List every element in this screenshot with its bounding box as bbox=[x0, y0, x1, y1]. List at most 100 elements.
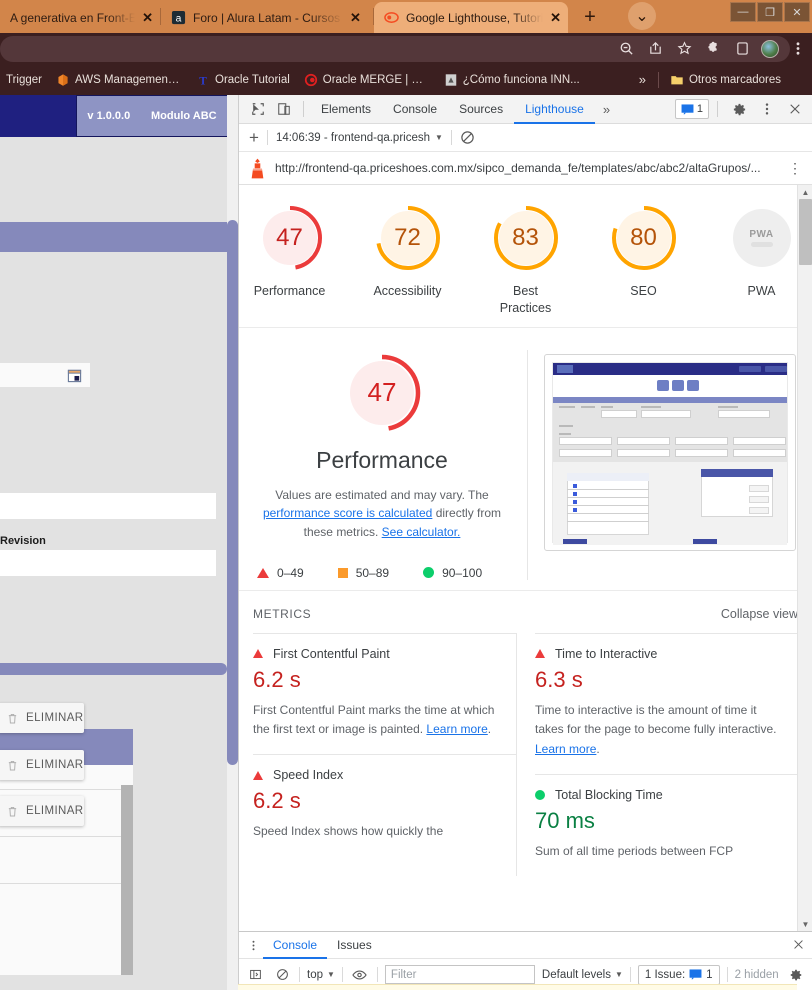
maximize-button[interactable]: ❐ bbox=[757, 2, 783, 22]
bookmark-item[interactable]: Trigger bbox=[6, 69, 49, 91]
page-footer-band bbox=[0, 663, 227, 675]
other-bookmarks-folder[interactable]: Otros marcadores bbox=[663, 69, 788, 91]
gauge-performance[interactable]: 47 Performance bbox=[242, 202, 338, 317]
page-inner-scrollbar[interactable] bbox=[121, 785, 133, 975]
devtools-tab-sources[interactable]: Sources bbox=[448, 95, 514, 124]
devtools-tab-console[interactable]: Console bbox=[382, 95, 448, 124]
minimize-button[interactable]: — bbox=[730, 2, 756, 22]
bookmark-item[interactable]: Oracle MERGE | How... bbox=[297, 69, 437, 91]
date-input-field[interactable] bbox=[0, 363, 90, 387]
legend-label: 90–100 bbox=[442, 565, 483, 580]
devtools-issues-badge[interactable]: 1 bbox=[674, 99, 709, 119]
drawer-tab-console[interactable]: Console bbox=[263, 932, 327, 959]
drawer-menu-icon[interactable] bbox=[243, 939, 263, 952]
new-report-button[interactable]: + bbox=[249, 129, 259, 146]
gauge-pwa[interactable]: PWA PWA bbox=[714, 202, 810, 317]
shot-field-label bbox=[581, 405, 595, 408]
report-run-selector[interactable]: 14:06:39 - frontend-qa.pricesh ▼ bbox=[276, 132, 443, 144]
zoom-out-icon[interactable] bbox=[616, 39, 636, 59]
learn-more-link[interactable]: Learn more bbox=[426, 722, 487, 736]
tab-search-button[interactable]: ⌄ bbox=[628, 2, 656, 30]
calendar-icon[interactable] bbox=[67, 368, 82, 383]
metric-first-contentful-paint[interactable]: First Contentful Paint 6.2 s First Conte… bbox=[253, 632, 516, 755]
cast-icon[interactable] bbox=[732, 39, 752, 59]
final-screenshot-wrap bbox=[544, 350, 798, 580]
clear-console-icon[interactable] bbox=[272, 965, 292, 985]
tab-close-icon[interactable]: ✕ bbox=[142, 11, 153, 24]
web-page-content: v 1.0.0.0 Modulo ABC Revision ELIMINAR E… bbox=[0, 95, 238, 990]
metric-description: Speed Index shows how quickly the bbox=[253, 824, 444, 839]
console-filter-input[interactable]: Filter bbox=[384, 965, 535, 984]
tab-close-icon[interactable]: ✕ bbox=[550, 11, 561, 24]
drawer-close-icon[interactable] bbox=[793, 938, 812, 953]
metric-speed-index[interactable]: Speed Index 6.2 s Speed Index shows how … bbox=[253, 754, 516, 856]
bookmarks-overflow-button[interactable]: » bbox=[631, 72, 654, 87]
kebab-menu-icon[interactable] bbox=[754, 96, 780, 122]
chrome-menu-icon[interactable] bbox=[788, 39, 808, 59]
page-input-row[interactable] bbox=[0, 493, 216, 519]
device-toolbar-icon[interactable] bbox=[271, 96, 297, 122]
devtools-more-tabs-icon[interactable]: » bbox=[595, 102, 618, 117]
profile-avatar[interactable] bbox=[761, 39, 779, 58]
report-scrollbar[interactable]: ▲ ▼ bbox=[797, 185, 812, 931]
learn-more-link[interactable]: Learn more bbox=[535, 742, 596, 756]
metric-value: 6.2 s bbox=[253, 666, 301, 692]
bookmark-item[interactable]: ¿Cómo funciona INN... bbox=[437, 69, 587, 91]
metric-total-blocking-time[interactable]: Total Blocking Time 70 ms Sum of all tim… bbox=[535, 773, 798, 876]
delete-button[interactable]: ELIMINAR bbox=[0, 750, 84, 780]
delete-button[interactable]: ELIMINAR bbox=[0, 703, 84, 733]
log-levels-selector[interactable]: Default levels ▼ bbox=[542, 969, 623, 981]
tab-title: Foro | Alura Latam - Cursos on bbox=[193, 10, 343, 25]
show-sidebar-icon[interactable] bbox=[245, 965, 265, 985]
shot-header-btn bbox=[739, 365, 761, 372]
browser-tab-3[interactable]: Google Lighthouse, Tutorial Pa ✕ bbox=[374, 2, 568, 33]
scroll-up-arrow[interactable]: ▲ bbox=[798, 185, 812, 199]
page-input-row[interactable] bbox=[0, 550, 216, 576]
shot-input bbox=[675, 436, 728, 445]
metric-time-to-interactive[interactable]: Time to Interactive 6.3 s Time to intera… bbox=[535, 632, 798, 774]
delete-button[interactable]: ELIMINAR bbox=[0, 796, 84, 826]
report-scrollbar-thumb[interactable] bbox=[799, 199, 812, 265]
score-gauges: 47 Performance 72 Accessibility 83 Best … bbox=[239, 185, 812, 328]
see-calculator-link[interactable]: See calculator. bbox=[382, 525, 461, 539]
live-expression-icon[interactable] bbox=[350, 965, 370, 985]
browser-tab-2[interactable]: a Foro | Alura Latam - Cursos on ✕ bbox=[161, 2, 373, 33]
bookmark-star-icon[interactable] bbox=[674, 39, 694, 59]
new-tab-button[interactable]: + bbox=[576, 3, 604, 31]
performance-score-link[interactable]: performance score is calculated bbox=[263, 506, 432, 520]
bookmark-item[interactable]: T Oracle Tutorial bbox=[189, 69, 297, 91]
browser-tab-1[interactable]: A generativa en Front-End: tr ✕ bbox=[0, 2, 160, 33]
shot-toolbar-row bbox=[553, 374, 787, 397]
devtools-tab-lighthouse[interactable]: Lighthouse bbox=[514, 95, 595, 124]
gear-icon[interactable] bbox=[726, 96, 752, 122]
section-divider bbox=[527, 349, 528, 580]
inspect-element-icon[interactable] bbox=[245, 96, 271, 122]
lighthouse-subtoolbar: + 14:06:39 - frontend-qa.pricesh ▼ bbox=[239, 124, 812, 152]
gauge-seo[interactable]: 80 SEO bbox=[596, 202, 692, 317]
gauge-best-practices[interactable]: 83 Best Practices bbox=[478, 202, 574, 317]
scroll-down-arrow[interactable]: ▼ bbox=[798, 917, 812, 931]
legend-label: 0–49 bbox=[277, 565, 304, 580]
page-scrollbar-thumb[interactable] bbox=[227, 220, 238, 765]
drawer-tab-issues[interactable]: Issues bbox=[327, 932, 382, 959]
window-controls: — ❐ ✕ bbox=[730, 2, 810, 22]
tab-close-icon[interactable]: ✕ bbox=[350, 11, 361, 24]
close-window-button[interactable]: ✕ bbox=[784, 2, 810, 22]
execution-context-selector[interactable]: top ▼ bbox=[307, 969, 335, 981]
console-issues-button[interactable]: 1 Issue: 1 bbox=[637, 964, 720, 985]
close-icon[interactable] bbox=[782, 96, 808, 122]
bookmark-item[interactable]: AWS Management Co... bbox=[49, 69, 189, 91]
report-menu-icon[interactable]: ⋮ bbox=[788, 161, 802, 175]
clear-reports-icon[interactable] bbox=[460, 130, 475, 145]
gauge-accessibility[interactable]: 72 Accessibility bbox=[360, 202, 456, 317]
collapse-view-button[interactable]: Collapse view bbox=[721, 607, 798, 621]
bookmark-label: ¿Cómo funciona INN... bbox=[462, 73, 580, 86]
circle-icon bbox=[423, 567, 435, 579]
lighthouse-icon bbox=[251, 158, 264, 178]
share-icon[interactable] bbox=[645, 39, 665, 59]
extensions-icon[interactable] bbox=[703, 39, 723, 59]
console-warning-row bbox=[238, 984, 797, 990]
devtools-tab-elements[interactable]: Elements bbox=[310, 95, 382, 124]
gear-icon[interactable] bbox=[786, 965, 806, 985]
page-version-label: v 1.0.0.0 bbox=[87, 110, 131, 122]
